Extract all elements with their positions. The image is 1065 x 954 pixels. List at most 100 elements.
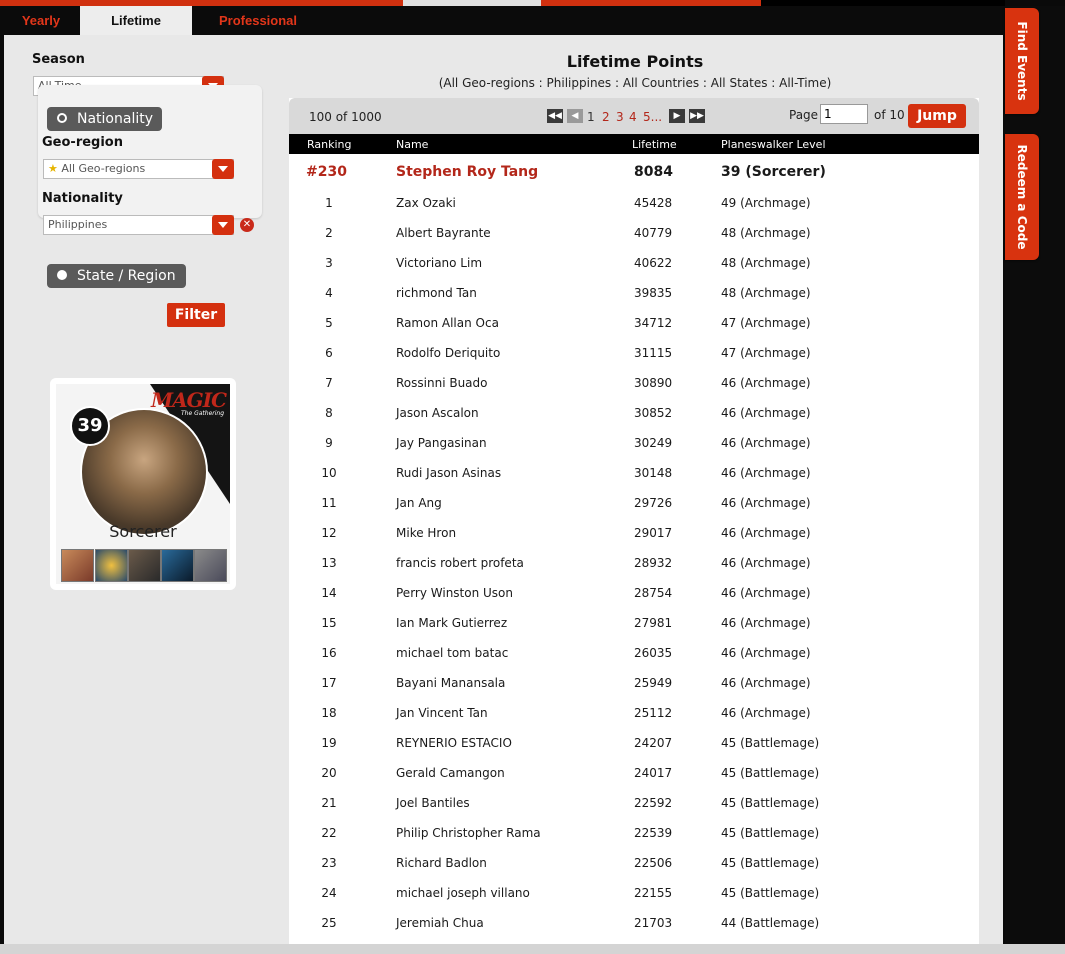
- row-rank: 23: [321, 856, 337, 870]
- avatar-thumb-1[interactable]: [61, 549, 94, 582]
- row-points: 22539: [634, 826, 673, 840]
- row-level: 46 (Archmage): [721, 436, 811, 450]
- season-label: Season: [32, 52, 85, 67]
- star-icon: ★: [48, 162, 58, 175]
- row-name[interactable]: Richard Badlon: [396, 856, 487, 870]
- col-name[interactable]: Name: [396, 138, 428, 151]
- row-name[interactable]: michael joseph villano: [396, 886, 530, 900]
- row-name[interactable]: Joel Bantiles: [396, 796, 470, 810]
- find-events-tab[interactable]: Find Events: [1005, 8, 1039, 114]
- row-level: 45 (Battlemage): [721, 796, 820, 810]
- filter-button[interactable]: Filter: [167, 303, 225, 327]
- page-link-4[interactable]: 4: [629, 110, 637, 124]
- table-row: 24 michael joseph villano 22155 45 (Battlem…: [289, 878, 979, 908]
- row-level: 45 (Battlemage): [721, 886, 820, 900]
- row-rank: 25: [321, 916, 337, 930]
- row-rank: 22: [321, 826, 337, 840]
- table-row: 1 Zax Ozaki 45428 49 (Archmage): [289, 188, 979, 218]
- page-link-3[interactable]: 3: [616, 110, 624, 124]
- row-name[interactable]: Albert Bayrante: [396, 226, 491, 240]
- page-link-5[interactable]: 5...: [643, 110, 662, 124]
- row-level: 46 (Archmage): [721, 376, 811, 390]
- tab-yearly[interactable]: Yearly: [0, 6, 82, 35]
- row-name[interactable]: Jeremiah Chua: [396, 916, 484, 930]
- row-points: 34712: [634, 316, 673, 330]
- row-name[interactable]: richmond Tan: [396, 286, 477, 300]
- row-points: 40622: [634, 256, 673, 270]
- table-row: 4 richmond Tan 39835 48 (Archmage): [289, 278, 979, 308]
- my-name[interactable]: Stephen Roy Tang: [396, 164, 538, 180]
- nationality-radio[interactable]: Nationality: [47, 107, 162, 131]
- next-page-icon[interactable]: ▶: [669, 109, 685, 123]
- page-link-1[interactable]: 1: [587, 110, 595, 124]
- row-points: 30249: [634, 436, 673, 450]
- redeem-code-tab[interactable]: Redeem a Code: [1005, 134, 1039, 260]
- table-row: 18 Jan Vincent Tan 25112 46 (Archmage): [289, 698, 979, 728]
- row-rank: 14: [321, 586, 337, 600]
- row-name[interactable]: francis robert profeta: [396, 556, 524, 570]
- row-name[interactable]: Jason Ascalon: [396, 406, 479, 420]
- page-input[interactable]: [820, 104, 868, 124]
- table-row: 11 Jan Ang 29726 46 (Archmage): [289, 488, 979, 518]
- row-rank: 11: [321, 496, 337, 510]
- table-row: 2 Albert Bayrante 40779 48 (Archmage): [289, 218, 979, 248]
- state-region-radio[interactable]: State / Region: [47, 264, 186, 288]
- row-points: 25112: [634, 706, 673, 720]
- row-level: 49 (Archmage): [721, 196, 811, 210]
- row-level: 46 (Archmage): [721, 616, 811, 630]
- jump-button[interactable]: Jump: [908, 104, 966, 128]
- find-events-label: Find Events: [1015, 21, 1029, 101]
- last-page-icon[interactable]: ▶▶: [689, 109, 705, 123]
- prev-page-icon[interactable]: ◀: [567, 109, 583, 123]
- row-name[interactable]: Rudi Jason Asinas: [396, 466, 501, 480]
- table-row: 7 Rossinni Buado 30890 46 (Archmage): [289, 368, 979, 398]
- page-link-2[interactable]: 2: [602, 110, 610, 124]
- col-lifetime[interactable]: Lifetime: [632, 138, 677, 151]
- row-name[interactable]: Rossinni Buado: [396, 376, 488, 390]
- row-name[interactable]: Bayani Manansala: [396, 676, 505, 690]
- row-points: 22506: [634, 856, 673, 870]
- row-name[interactable]: Zax Ozaki: [396, 196, 456, 210]
- row-level: 48 (Archmage): [721, 286, 811, 300]
- row-name[interactable]: Victoriano Lim: [396, 256, 482, 270]
- row-rank: 3: [325, 256, 333, 270]
- row-name[interactable]: Jay Pangasinan: [396, 436, 487, 450]
- row-points: 30890: [634, 376, 673, 390]
- row-name[interactable]: michael tom batac: [396, 646, 508, 660]
- avatar-thumb-4[interactable]: [161, 549, 194, 582]
- row-points: 25949: [634, 676, 673, 690]
- table-row: 22 Philip Christopher Rama 22539 45 (Battle…: [289, 818, 979, 848]
- row-name[interactable]: Mike Hron: [396, 526, 456, 540]
- row-level: 46 (Archmage): [721, 526, 811, 540]
- row-points: 31115: [634, 346, 673, 360]
- row-name[interactable]: Philip Christopher Rama: [396, 826, 541, 840]
- row-level: 46 (Archmage): [721, 496, 811, 510]
- row-name[interactable]: Ian Mark Gutierrez: [396, 616, 507, 630]
- avatar-thumb-5[interactable]: [194, 549, 227, 582]
- row-points: 45428: [634, 196, 673, 210]
- row-name[interactable]: Jan Ang: [396, 496, 442, 510]
- row-name[interactable]: Gerald Camangon: [396, 766, 505, 780]
- row-name[interactable]: REYNERIO ESTACIO: [396, 736, 512, 750]
- row-rank: 4: [325, 286, 333, 300]
- avatar-thumb-2[interactable]: [95, 549, 128, 582]
- my-ranking-row: #230 Stephen Roy Tang 8084 39 (Sorcerer): [289, 156, 979, 186]
- row-name[interactable]: Rodolfo Deriquito: [396, 346, 500, 360]
- season-tabs: Yearly Lifetime Professional: [0, 6, 1005, 35]
- row-name[interactable]: Jan Vincent Tan: [396, 706, 488, 720]
- first-page-icon[interactable]: ◀◀: [547, 109, 563, 123]
- row-name[interactable]: Perry Winston Uson: [396, 586, 513, 600]
- page-title: Lifetime Points: [566, 52, 704, 71]
- col-ranking[interactable]: Ranking: [307, 138, 352, 151]
- col-level[interactable]: Planeswalker Level: [721, 138, 826, 151]
- avatar-thumb-3[interactable]: [128, 549, 161, 582]
- page-label: Page: [789, 108, 819, 122]
- table-row: 13 francis robert profeta 28932 46 (Archmag…: [289, 548, 979, 578]
- tab-lifetime[interactable]: Lifetime: [80, 6, 192, 35]
- clear-nationality-icon[interactable]: ✕: [240, 218, 254, 232]
- tab-professional[interactable]: Professional: [204, 6, 312, 35]
- row-name[interactable]: Ramon Allan Oca: [396, 316, 499, 330]
- nationality-select[interactable]: Philippines: [43, 215, 234, 235]
- row-points: 30852: [634, 406, 673, 420]
- georegion-select[interactable]: ★ All Geo-regions: [43, 159, 234, 179]
